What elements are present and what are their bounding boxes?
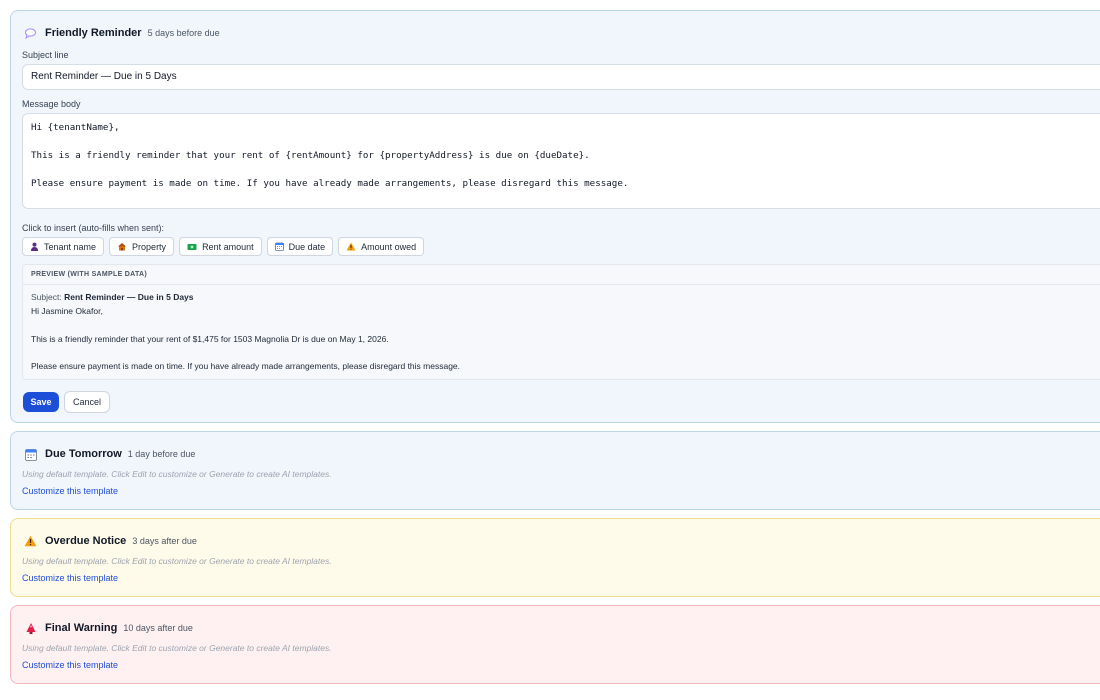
- card-title: Overdue Notice: [45, 535, 127, 547]
- default-template-hint: Using default template. Click Edit to cu…: [22, 556, 332, 566]
- preview-line-1: Hi Jasmine Okafor,: [31, 305, 103, 316]
- card-header: Overdue Notice 3 days after due: [24, 533, 197, 549]
- house-icon: [117, 242, 127, 251]
- final-warning-card: Final Warning 10 days after due Using de…: [10, 605, 1100, 684]
- card-timing: 5 days before due: [147, 28, 220, 38]
- chip-due-date[interactable]: Due date: [266, 237, 334, 256]
- message-body-textarea[interactable]: Hi {tenantName}, This is a friendly remi…: [22, 113, 1100, 209]
- preview-line-2: This is a friendly reminder that your re…: [31, 333, 389, 344]
- card-header: Due Tomorrow 1 day before due: [24, 446, 195, 462]
- preview-panel: PREVIEW (WITH SAMPLE DATA) Subject: Rent…: [22, 264, 1100, 380]
- card-title: Final Warning: [45, 622, 118, 634]
- preview-subject: Rent Reminder — Due in 5 Days: [64, 292, 194, 302]
- chip-label: Property: [132, 241, 167, 252]
- card-title: Due Tomorrow: [45, 448, 122, 460]
- card-title: Friendly Reminder: [45, 27, 142, 39]
- default-template-hint: Using default template. Click Edit to cu…: [22, 469, 332, 479]
- chip-amount-owed[interactable]: Amount owed: [338, 237, 425, 256]
- subject-input[interactable]: Rent Reminder — Due in 5 Days: [22, 64, 1100, 90]
- card-header: Final Warning 10 days after due: [24, 620, 193, 636]
- card-timing: 3 days after due: [132, 536, 197, 546]
- variable-chips: Tenant name Property Rent amount Due dat…: [22, 237, 425, 256]
- card-header: Friendly Reminder 5 days before due: [24, 25, 220, 41]
- insert-hint: Click to insert (auto-fills when sent):: [22, 223, 165, 233]
- chip-label: Tenant name: [44, 241, 97, 252]
- body-label: Message body: [22, 99, 81, 109]
- calendar-icon: [24, 448, 37, 461]
- speech-bubble-icon: [24, 27, 37, 40]
- save-button[interactable]: Save: [23, 392, 59, 412]
- preview-line-3: Please ensure payment is made on time. I…: [31, 361, 461, 372]
- money-icon: [187, 243, 197, 251]
- preview-subject-prefix: Subject:: [31, 292, 62, 302]
- card-timing: 1 day before due: [127, 449, 196, 459]
- chip-label: Rent amount: [202, 241, 254, 252]
- default-template-hint: Using default template. Click Edit to cu…: [22, 643, 332, 653]
- chip-property[interactable]: Property: [109, 237, 175, 256]
- customize-template-link[interactable]: Customize this template: [22, 486, 118, 496]
- subject-label: Subject line: [22, 50, 69, 60]
- warning-icon: [24, 535, 37, 548]
- preview-content: Subject: Rent Reminder — Due in 5 Days H…: [23, 285, 1100, 382]
- alarm-bell-icon: [24, 622, 37, 635]
- customize-template-link[interactable]: Customize this template: [22, 573, 118, 583]
- warning-icon: [346, 242, 356, 251]
- due-tomorrow-card: Due Tomorrow 1 day before due Using defa…: [10, 431, 1100, 510]
- preview-heading: PREVIEW (WITH SAMPLE DATA): [23, 265, 1100, 285]
- cancel-button[interactable]: Cancel: [64, 391, 110, 413]
- customize-template-link[interactable]: Customize this template: [22, 660, 118, 670]
- reminder-templates-page: Friendly Reminder 5 days before due Subj…: [0, 0, 1100, 700]
- card-timing: 10 days after due: [123, 623, 193, 633]
- chip-rent-amount[interactable]: Rent amount: [179, 237, 262, 256]
- chip-tenant-name[interactable]: Tenant name: [22, 237, 105, 256]
- preview-subject-line: Subject: Rent Reminder — Due in 5 Days: [31, 291, 1100, 305]
- chip-label: Amount owed: [361, 241, 417, 252]
- chip-label: Due date: [288, 241, 326, 252]
- person-icon: [30, 242, 39, 251]
- friendly-reminder-card: Friendly Reminder 5 days before due Subj…: [10, 10, 1100, 423]
- overdue-notice-card: Overdue Notice 3 days after due Using de…: [10, 518, 1100, 597]
- calendar-icon: [274, 242, 284, 251]
